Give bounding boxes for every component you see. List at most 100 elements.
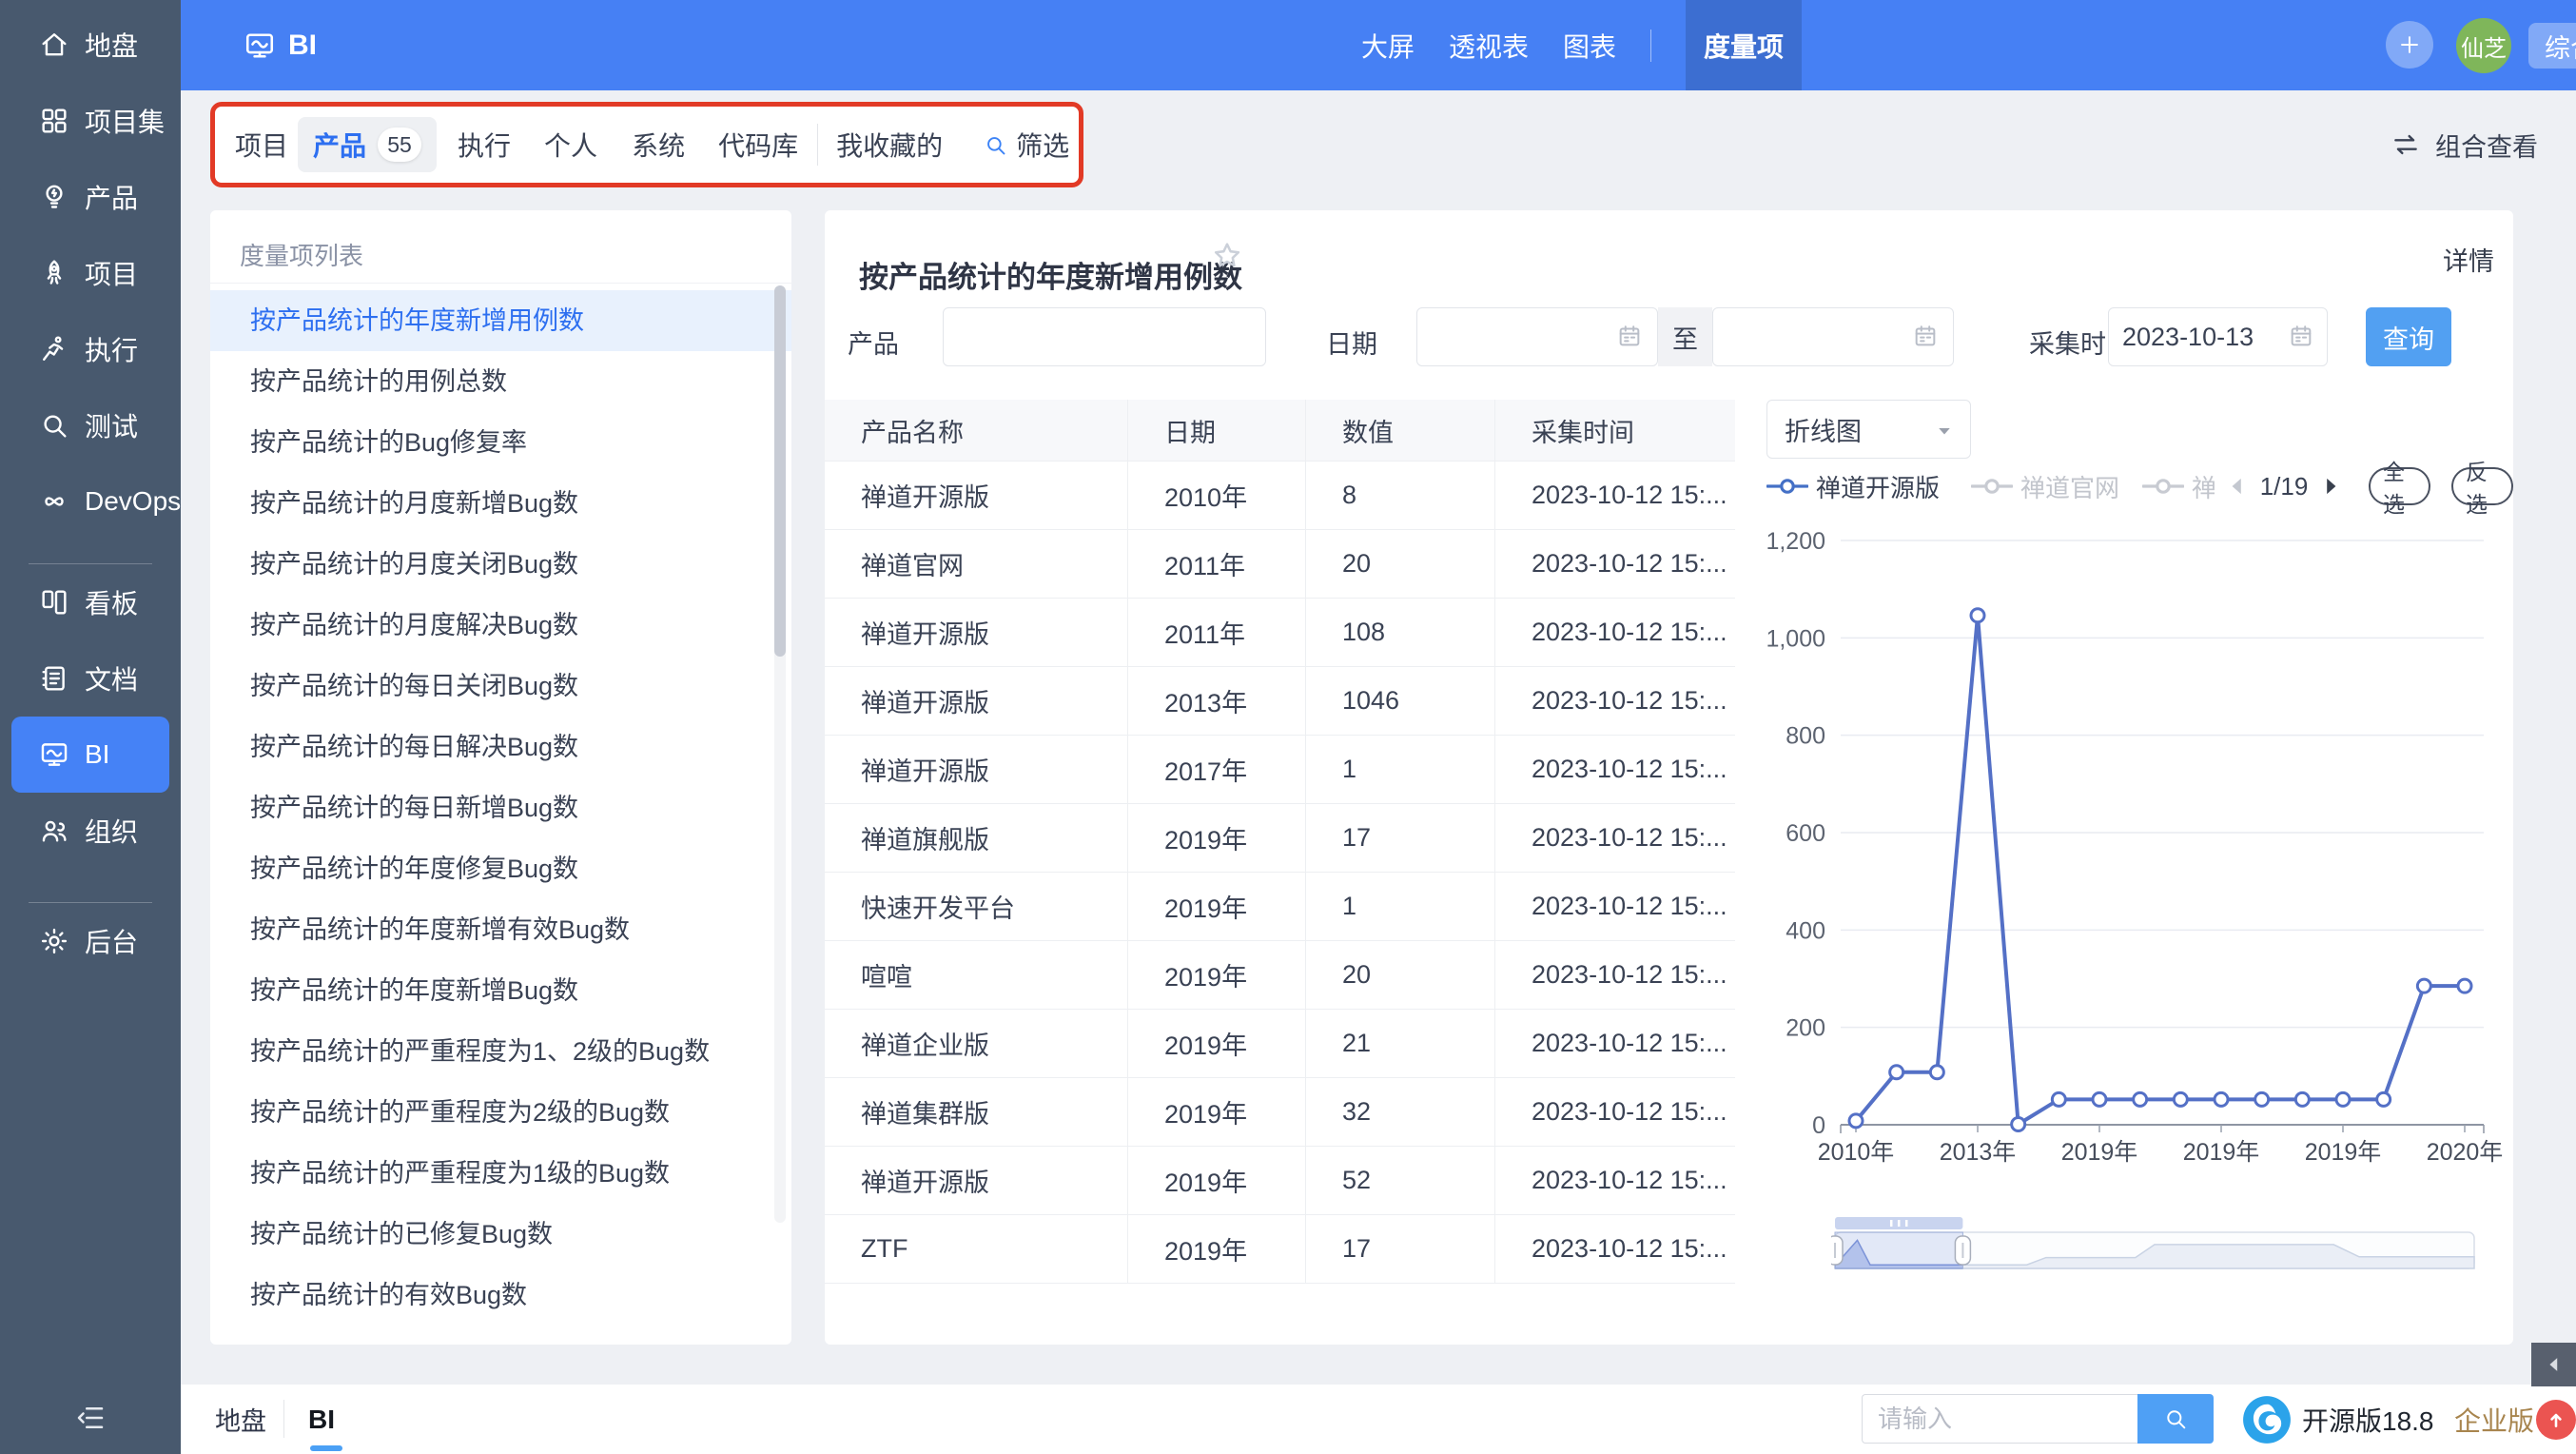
header-nav-item[interactable]: 度量项 — [1686, 0, 1802, 90]
sidebar-item-monitor[interactable]: BI — [11, 717, 169, 793]
bottom-tab-dipan[interactable]: 地盘 — [215, 1385, 266, 1454]
tab-label: 产品 — [313, 126, 366, 164]
create-button[interactable] — [2386, 21, 2433, 69]
tab-5[interactable]: 代码库 — [718, 126, 798, 164]
right-panel-toggle[interactable] — [2531, 1343, 2576, 1386]
doc-icon — [38, 662, 70, 695]
metric-list-item[interactable]: 按产品统计的用例总数 — [210, 351, 791, 412]
upgrade-link[interactable]: 企业版 — [2454, 1385, 2534, 1454]
legend-item[interactable]: 禅道开源版 — [1766, 469, 1940, 504]
tab-label: 个人 — [544, 126, 597, 164]
legend-next-icon[interactable] — [2318, 474, 2343, 499]
sidebar-item-infinity[interactable]: DevOps — [0, 463, 181, 540]
tab-3[interactable]: 个人 — [544, 126, 597, 164]
metric-list-item[interactable]: 按产品统计的每日关闭Bug数 — [210, 656, 791, 717]
table-row[interactable]: 禅道开源版2017年12023-10-12 15:... — [825, 736, 1735, 804]
svg-text:600: 600 — [1786, 820, 1825, 847]
header-nav-item[interactable]: 大屏 — [1361, 27, 1415, 65]
sidebar-item-runner[interactable]: 执行 — [0, 311, 181, 387]
table-row[interactable]: 禅道旗舰版2019年172023-10-12 15:... — [825, 804, 1735, 873]
legend-item[interactable]: 禅 — [2142, 469, 2215, 504]
sidebar-item-magnifier[interactable]: 测试 — [0, 387, 181, 463]
metric-list-item[interactable]: 按产品统计的年度新增有效Bug数 — [210, 899, 791, 960]
tab-6[interactable]: 我收藏的 — [836, 126, 943, 164]
metric-list-item[interactable]: 按产品统计的Bug修复率 — [210, 412, 791, 473]
legend-prev-icon[interactable] — [2225, 474, 2250, 499]
table-row[interactable]: 快速开发平台2019年12023-10-12 15:... — [825, 873, 1735, 941]
table-row[interactable]: 禅道开源版2011年1082023-10-12 15:... — [825, 599, 1735, 667]
table-cell: 禅道集群版 — [825, 1078, 1128, 1146]
chart-type-select[interactable]: 折线图 — [1766, 400, 1971, 459]
app-logo[interactable]: BI — [243, 0, 317, 90]
metric-list-item[interactable]: 按产品统计的已修复Bug数 — [210, 1204, 791, 1265]
upgrade-arrow-badge[interactable] — [2536, 1400, 2576, 1440]
datazoom-slider[interactable] — [1831, 1215, 2488, 1282]
workspace-switch-button[interactable]: 综合研发界面 — [2528, 23, 2576, 69]
metric-list-item[interactable]: 按产品统计的有效Bug数 — [210, 1265, 791, 1326]
metric-list-item[interactable]: 按产品统计的严重程度为2级的Bug数 — [210, 1082, 791, 1143]
table-cell: 2023-10-12 15:... — [1495, 941, 1735, 1009]
table-cell: 2019年 — [1128, 1078, 1306, 1146]
search-input[interactable] — [1862, 1394, 2137, 1444]
table-row[interactable]: 禅道官网2011年202023-10-12 15:... — [825, 530, 1735, 599]
table-row[interactable]: 禅道企业版2019年212023-10-12 15:... — [825, 1010, 1735, 1078]
scrollbar-thumb[interactable] — [774, 285, 786, 657]
sidebar-item-kanban[interactable]: 看板 — [0, 564, 181, 640]
metric-list-item[interactable]: 按产品统计的月度关闭Bug数 — [210, 534, 791, 595]
search-icon — [2162, 1405, 2189, 1432]
invert-select-button[interactable]: 反选 — [2451, 467, 2513, 505]
product-filter-input[interactable] — [943, 307, 1266, 366]
sidebar-item-bulb[interactable]: 产品 — [0, 159, 181, 235]
metric-list-item[interactable]: 按产品统计的年度新增用例数 — [210, 290, 791, 351]
tab-0[interactable]: 项目 — [235, 126, 288, 164]
plus-icon — [2396, 31, 2423, 58]
sidebar-item-rocket[interactable]: 项目 — [0, 235, 181, 311]
collect-time-input[interactable] — [2108, 307, 2328, 366]
legend-item[interactable]: 禅道官网 — [1971, 469, 2119, 504]
sidebar-item-home[interactable]: 地盘 — [0, 7, 181, 83]
detail-link[interactable]: 详情 — [2443, 241, 2494, 278]
table-row[interactable]: 禅道开源版2013年10462023-10-12 15:... — [825, 667, 1735, 736]
search-button[interactable] — [2137, 1394, 2214, 1444]
sidebar-item-gear[interactable]: 后台 — [0, 903, 181, 979]
metric-list-item[interactable]: 按产品统计的每日新增Bug数 — [210, 777, 791, 838]
table-row[interactable]: 喧喧2019年202023-10-12 15:... — [825, 941, 1735, 1010]
table-row[interactable]: ZTF2019年172023-10-12 15:... — [825, 1215, 1735, 1284]
sidebar-item-grid[interactable]: 项目集 — [0, 83, 181, 159]
combine-view-button[interactable]: 组合查看 — [2390, 102, 2538, 187]
tab-filter[interactable]: 筛选 — [983, 126, 1069, 164]
query-button[interactable]: 查询 — [2366, 307, 2451, 366]
table-cell: 2017年 — [1128, 736, 1306, 803]
table-row[interactable]: 禅道开源版2019年522023-10-12 15:... — [825, 1147, 1735, 1215]
header-nav-item[interactable]: 图表 — [1563, 27, 1616, 65]
version-label: 开源版18.8 — [2302, 1385, 2434, 1454]
metric-list-item[interactable]: 按产品统计的年度新增Bug数 — [210, 960, 791, 1021]
combine-view-label: 组合查看 — [2435, 127, 2538, 164]
avatar[interactable]: 仙芝 — [2456, 18, 2511, 73]
metric-list-item[interactable]: 按产品统计的严重程度为1、2级的Bug数 — [210, 1021, 791, 1082]
sidebar-item-people[interactable]: 组织 — [0, 793, 181, 869]
metric-list-item[interactable]: 按产品统计的每日解决Bug数 — [210, 717, 791, 777]
datazoom-control[interactable] — [1831, 1215, 2488, 1282]
tab-2[interactable]: 执行 — [458, 126, 511, 164]
select-all-button[interactable]: 全选 — [2369, 467, 2430, 505]
bottom-tab-bi[interactable]: BI — [308, 1385, 335, 1454]
table-row[interactable]: 禅道开源版2010年82023-10-12 15:... — [825, 462, 1735, 530]
tab-1[interactable]: 产品55 — [298, 117, 437, 172]
favorite-star-icon[interactable] — [1210, 239, 1244, 273]
metric-list-item[interactable]: 按产品统计的月度新增Bug数 — [210, 473, 791, 534]
date-from-input[interactable] — [1416, 307, 1658, 366]
metric-list-item[interactable]: 按产品统计的严重程度为1级的Bug数 — [210, 1143, 791, 1204]
table-cell: 禅道开源版 — [825, 599, 1128, 666]
sidebar-item-doc[interactable]: 文档 — [0, 640, 181, 717]
header-nav-item[interactable]: 透视表 — [1449, 27, 1529, 65]
metric-list-item[interactable]: 按产品统计的月度解决Bug数 — [210, 595, 791, 656]
sidebar-collapse-button[interactable] — [68, 1395, 113, 1441]
svg-text:2010年: 2010年 — [1818, 1139, 1895, 1166]
date-to-input[interactable] — [1712, 307, 1954, 366]
tab-4[interactable]: 系统 — [632, 126, 685, 164]
magnifier-icon — [38, 409, 70, 442]
table-row[interactable]: 禅道集群版2019年322023-10-12 15:... — [825, 1078, 1735, 1147]
metric-list-item[interactable]: 按产品统计的年度修复Bug数 — [210, 838, 791, 899]
table-cell: 2023-10-12 15:... — [1495, 1147, 1735, 1214]
